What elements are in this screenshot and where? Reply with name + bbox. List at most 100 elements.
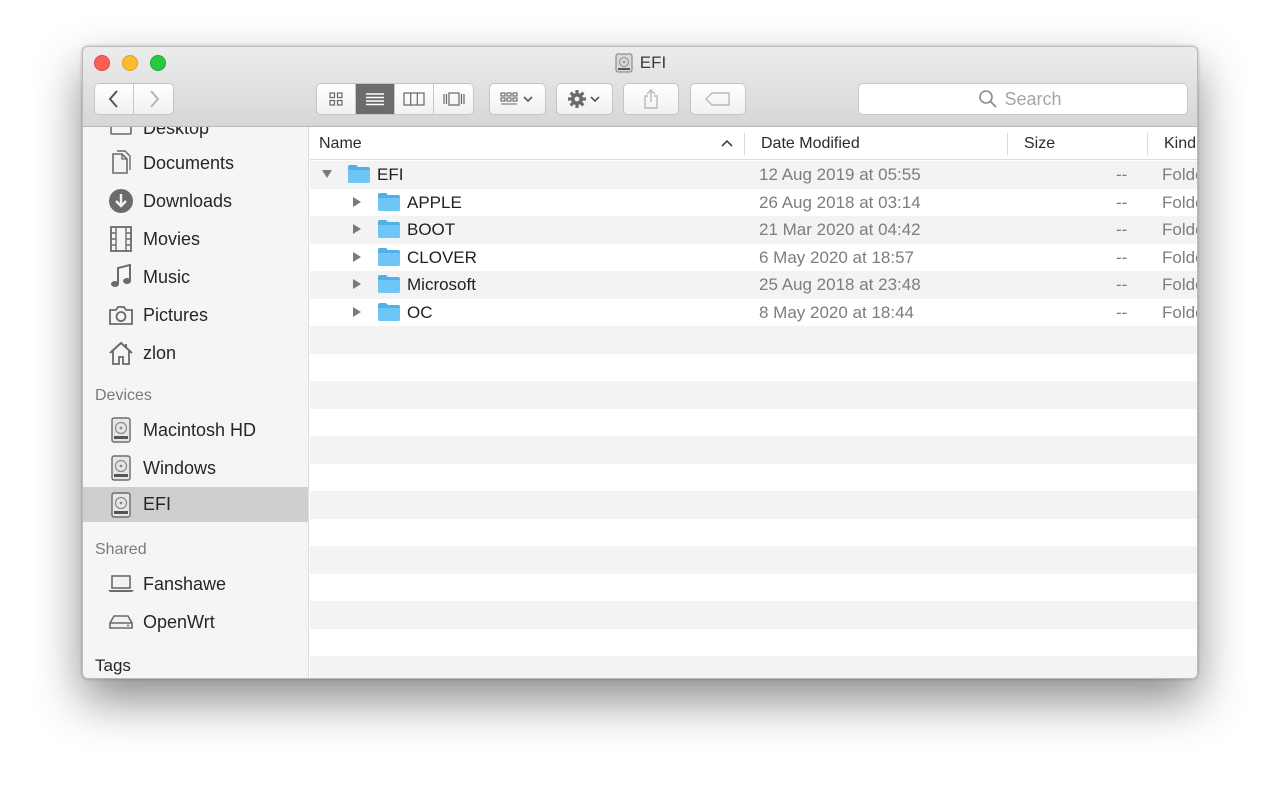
sidebar-item-movies[interactable]: Movies — [83, 221, 308, 257]
row-stripe — [310, 326, 1197, 354]
sidebar-item-home[interactable]: zlon — [83, 335, 308, 371]
sidebar-item-label: Fanshawe — [143, 573, 227, 594]
column-header-kind[interactable]: Kind — [1164, 127, 1196, 160]
disclosure-down-icon[interactable] — [321, 168, 333, 180]
icon-view-icon — [329, 92, 343, 106]
movies-icon — [107, 225, 135, 253]
table-row[interactable]: APPLE 26 Aug 2018 at 03:14 -- Folder — [310, 189, 1197, 217]
chevron-left-icon — [108, 90, 118, 108]
sidebar-item-openwrt[interactable]: OpenWrt — [83, 604, 308, 640]
row-stripe — [310, 464, 1197, 492]
file-date-modified: 21 Mar 2020 at 04:42 — [759, 220, 921, 239]
disclosure-right-icon[interactable] — [351, 223, 363, 235]
row-stripe — [310, 546, 1197, 574]
row-stripe — [310, 491, 1197, 519]
view-mode-control — [316, 83, 474, 115]
column-divider[interactable] — [1147, 133, 1148, 155]
sidebar-item-label: Downloads — [143, 190, 233, 211]
sidebar-item-label: Macintosh HD — [143, 419, 257, 440]
folder-icon — [378, 192, 400, 211]
downloads-icon — [107, 187, 135, 215]
list-view-icon — [366, 93, 384, 106]
forward-button[interactable] — [134, 84, 173, 114]
table-row[interactable]: Microsoft 25 Aug 2018 at 23:48 -- Folder — [310, 271, 1197, 299]
folder-icon — [378, 220, 400, 238]
share-button[interactable] — [623, 83, 679, 115]
sidebar-item-label: Documents — [143, 152, 235, 173]
finder-window: EFI Search Desktop Documents Downloads M… — [82, 46, 1198, 679]
disk-icon — [107, 454, 135, 482]
sidebar: Desktop Documents Downloads Movies Music — [83, 127, 309, 678]
gear-icon — [567, 90, 600, 108]
file-size: -- — [1116, 165, 1128, 184]
search-field[interactable] — [858, 83, 1188, 115]
file-kind: Folder — [1162, 165, 1197, 184]
column-header-label: Size — [1024, 134, 1056, 152]
file-date-modified: 12 Aug 2019 at 05:55 — [759, 165, 921, 184]
list-view-button[interactable] — [356, 84, 395, 114]
column-header-label: Kind — [1164, 134, 1197, 152]
sidebar-item-pictures[interactable]: Pictures — [83, 297, 308, 333]
folder-icon — [378, 302, 400, 321]
arrange-button[interactable] — [489, 83, 546, 115]
file-size: -- — [1116, 247, 1128, 267]
file-list: Name Date Modified Size Kind EFI 12 Aug 2… — [310, 127, 1197, 678]
sidebar-item-desktop[interactable]: Desktop — [83, 127, 308, 146]
tags-header: Tags — [95, 656, 131, 675]
tag-button[interactable] — [690, 83, 746, 115]
file-name: CLOVER — [407, 247, 477, 267]
coverflow-view-button[interactable] — [434, 84, 473, 114]
file-kind: Folder — [1162, 192, 1197, 212]
table-row[interactable]: CLOVER 6 May 2020 at 18:57 -- Folder — [310, 244, 1197, 272]
column-header-name[interactable]: Name — [319, 127, 362, 160]
disclosure-right-icon[interactable] — [351, 278, 363, 290]
search-input[interactable] — [1004, 88, 1069, 110]
sidebar-item-label: EFI — [143, 494, 172, 514]
column-divider[interactable] — [744, 133, 745, 155]
file-name: OC — [407, 302, 433, 322]
table-row[interactable]: BOOT 21 Mar 2020 at 04:42 -- Folder — [310, 216, 1197, 244]
sidebar-item-documents[interactable]: Documents — [83, 145, 308, 181]
disclosure-right-icon[interactable] — [351, 306, 363, 318]
column-view-icon — [403, 92, 425, 106]
folder-icon — [378, 247, 400, 266]
history-buttons — [94, 83, 174, 115]
sidebar-item-efi[interactable]: EFI — [83, 487, 308, 522]
file-name: EFI — [377, 165, 404, 184]
desktop-icon — [107, 127, 135, 142]
file-kind: Folder — [1162, 247, 1197, 267]
tag-icon — [705, 92, 730, 106]
row-stripe — [310, 601, 1197, 629]
disk-icon — [107, 491, 135, 519]
file-name: APPLE — [407, 192, 462, 212]
disclosure-right-icon[interactable] — [351, 196, 363, 208]
file-date-modified: 26 Aug 2018 at 03:14 — [759, 192, 921, 212]
row-stripe — [310, 574, 1197, 602]
action-button[interactable] — [556, 83, 613, 115]
music-icon — [107, 263, 135, 291]
sidebar-item-fanshawe[interactable]: Fanshawe — [83, 566, 308, 602]
column-divider[interactable] — [1007, 133, 1008, 155]
table-row[interactable]: EFI 12 Aug 2019 at 05:55 -- Folder — [310, 161, 1197, 189]
sidebar-item-windows[interactable]: Windows — [83, 450, 308, 486]
row-stripe — [310, 381, 1197, 409]
back-button[interactable] — [95, 84, 134, 114]
disk-icon — [107, 416, 135, 444]
server-icon — [107, 608, 135, 636]
shared-header: Shared — [95, 541, 147, 558]
disclosure-right-icon[interactable] — [351, 251, 363, 263]
column-header-date-modified[interactable]: Date Modified — [761, 127, 860, 160]
row-stripe — [310, 409, 1197, 437]
column-header-size[interactable]: Size — [1024, 127, 1055, 160]
home-icon — [107, 339, 135, 367]
sidebar-item-label: Windows — [143, 457, 217, 478]
table-row[interactable]: OC 8 May 2020 at 18:44 -- Folder — [310, 299, 1197, 327]
file-date-modified: 8 May 2020 at 18:44 — [759, 302, 915, 322]
sidebar-item-downloads[interactable]: Downloads — [83, 183, 308, 219]
icon-view-button[interactable] — [317, 84, 356, 114]
column-view-button[interactable] — [395, 84, 434, 114]
sidebar-item-macintosh-hd[interactable]: Macintosh HD — [83, 412, 308, 448]
sidebar-item-music[interactable]: Music — [83, 259, 308, 295]
folder-icon — [378, 275, 400, 293]
disk-icon — [615, 53, 633, 73]
